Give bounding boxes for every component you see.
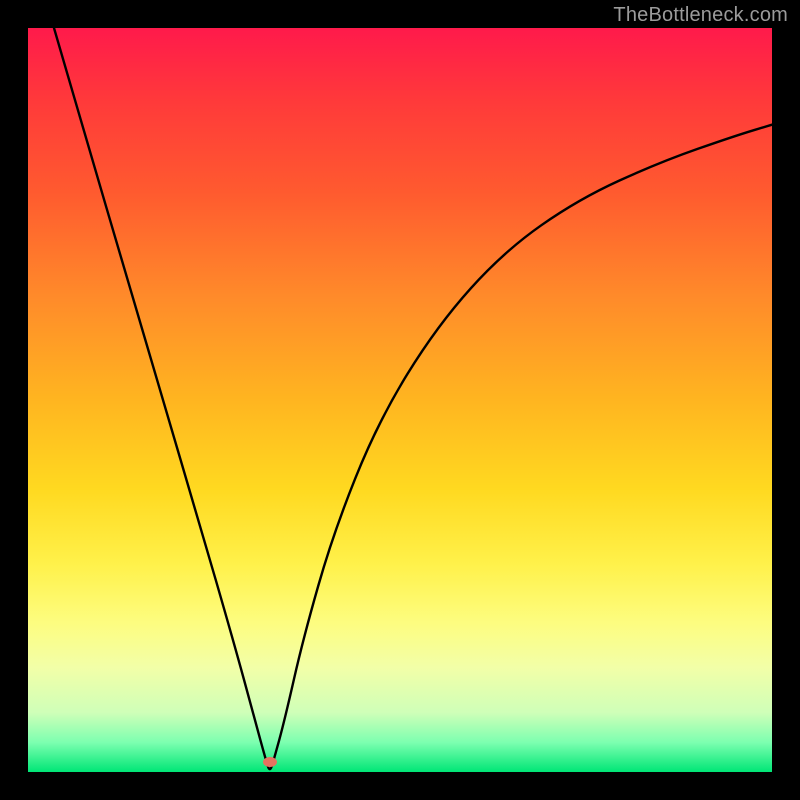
chart-frame: TheBottleneck.com [0, 0, 800, 800]
bottleneck-curve [28, 28, 772, 772]
plot-area [28, 28, 772, 772]
curve-path [54, 28, 772, 769]
optimal-marker-dot [263, 757, 277, 767]
watermark-text: TheBottleneck.com [613, 4, 788, 27]
